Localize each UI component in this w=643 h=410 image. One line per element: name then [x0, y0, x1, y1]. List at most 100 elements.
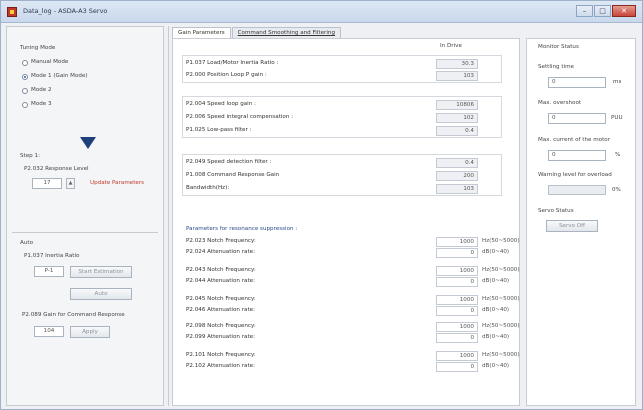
- servo-status-label: Servo Status: [538, 208, 574, 214]
- minimize-button[interactable]: –: [576, 5, 593, 17]
- maximize-button[interactable]: □: [594, 5, 611, 17]
- start-estimation-button[interactable]: Start Estimation: [70, 266, 132, 278]
- overshoot-field: 0: [548, 113, 606, 124]
- notch-frequency-label: P2.098 Notch Frequency:: [186, 323, 256, 329]
- mode-radio[interactable]: [22, 102, 28, 108]
- notch-frequency-input[interactable]: 1000: [436, 266, 478, 276]
- inertia-ratio-label: P1.037 Inertia Ratio: [24, 253, 80, 259]
- notch-frequency-unit: Hz(50~5000): [482, 238, 520, 244]
- attenuation-label: P2.102 Attenuation rate:: [186, 363, 255, 369]
- notch-frequency-input[interactable]: 1000: [436, 295, 478, 305]
- update-parameters-link[interactable]: Update Parameters: [90, 180, 144, 186]
- divider: [12, 232, 158, 233]
- attenuation-input[interactable]: 0: [436, 362, 478, 372]
- notch-frequency-input[interactable]: 1000: [436, 351, 478, 361]
- param-value: 10806: [436, 100, 478, 110]
- notch-frequency-unit: Hz(50~5000): [482, 352, 520, 358]
- param-value: 102: [436, 113, 478, 123]
- app-icon: [7, 7, 17, 17]
- mode-label: Mode 3: [31, 101, 52, 107]
- settling-unit: ms: [613, 79, 622, 85]
- response-level-label: P2.032 Response Level: [24, 166, 89, 172]
- param-label: P1.025 Low-pass filter :: [186, 127, 252, 133]
- close-button[interactable]: ✕: [612, 5, 636, 17]
- apply-button[interactable]: Apply: [70, 326, 110, 338]
- attenuation-unit: dB(0~40): [482, 307, 510, 313]
- notch-frequency-unit: Hz(50~5000): [482, 323, 520, 329]
- param-label: P1.037 Load/Motor Inertia Ratio :: [186, 60, 279, 66]
- param-label: P2.000 Position Loop P gain :: [186, 72, 267, 78]
- mode-label: Manual Mode: [31, 59, 69, 65]
- current-label: Max. current of the motor: [538, 137, 610, 143]
- current-unit: %: [615, 152, 621, 158]
- param-value: 0.4: [436, 126, 478, 136]
- attenuation-unit: dB(0~40): [482, 363, 510, 369]
- param-label: P2.006 Speed integral compensation :: [186, 114, 294, 120]
- mode-radio[interactable]: [22, 88, 28, 94]
- auto-button[interactable]: Auto: [70, 288, 132, 300]
- attenuation-input[interactable]: 0: [436, 333, 478, 343]
- attenuation-unit: dB(0~40): [482, 278, 510, 284]
- param-value: 30.3: [436, 59, 478, 69]
- step1-label: Step 1:: [20, 153, 40, 159]
- resonance-title: Parameters for resonance suppression :: [186, 226, 298, 232]
- command-response-field[interactable]: 104: [34, 326, 64, 337]
- attenuation-input[interactable]: 0: [436, 277, 478, 287]
- attenuation-label: P2.046 Attenuation rate:: [186, 307, 255, 313]
- panel-divider: [168, 26, 169, 406]
- attenuation-label: P2.024 Attenuation rate:: [186, 249, 255, 255]
- attenuation-input[interactable]: 0: [436, 306, 478, 316]
- response-level-field[interactable]: 17: [32, 178, 62, 189]
- attenuation-label: P2.099 Attenuation rate:: [186, 334, 255, 340]
- notch-frequency-label: P2.101 Notch Frequency:: [186, 352, 256, 358]
- notch-frequency-label: P2.043 Notch Frequency:: [186, 267, 256, 273]
- param-value: 103: [436, 184, 478, 194]
- param-label: P2.049 Speed detection filter :: [186, 159, 272, 165]
- param-value: 200: [436, 171, 478, 181]
- warning-label: Warning level for overload: [538, 172, 612, 178]
- param-value: 0.4: [436, 158, 478, 168]
- param-label: Bandwidth(Hz):: [186, 185, 230, 191]
- mode-radio[interactable]: [22, 74, 28, 80]
- command-response-label: P2.089 Gain for Command Response: [22, 312, 125, 318]
- current-field: 0: [548, 150, 606, 161]
- notch-frequency-unit: Hz(50~5000): [482, 267, 520, 273]
- in-drive-header: In Drive: [440, 43, 462, 49]
- mode-radio[interactable]: [22, 60, 28, 66]
- window-controls: – □ ✕: [576, 5, 636, 17]
- param-value: 103: [436, 71, 478, 81]
- tab-command-smoothing[interactable]: Command Smoothing and Filtering: [231, 27, 342, 38]
- notch-frequency-unit: Hz(50~5000): [482, 296, 520, 302]
- tab-command-smoothing-label: Command Smoothing and Filtering: [237, 30, 336, 36]
- attenuation-unit: dB(0~40): [482, 249, 510, 255]
- notch-frequency-input[interactable]: 1000: [436, 322, 478, 332]
- param-label: P2.004 Speed loop gain :: [186, 101, 256, 107]
- overshoot-label: Max. overshoot: [538, 100, 582, 106]
- inertia-field[interactable]: P-1: [34, 266, 64, 277]
- tuning-mode-label: Tuning Mode: [20, 45, 56, 51]
- settling-label: Settling time: [538, 64, 574, 70]
- notch-frequency-input[interactable]: 1000: [436, 237, 478, 247]
- overload-progress-bar: [548, 185, 606, 195]
- servo-off-button[interactable]: Servo Off: [546, 220, 598, 232]
- warning-value: 0%: [612, 187, 621, 193]
- arrow-down-icon: [80, 137, 96, 149]
- response-level-stepper[interactable]: ▲: [66, 178, 75, 189]
- auto-label: Auto: [20, 240, 33, 246]
- settling-field: 0: [548, 77, 606, 88]
- title-bar[interactable]: Data_log - ASDA-A3 Servo – □ ✕: [1, 1, 642, 23]
- tab-bar: Gain Parameters Command Smoothing and Fi…: [172, 27, 342, 38]
- mode-label: Mode 2: [31, 87, 52, 93]
- attenuation-label: P2.044 Attenuation rate:: [186, 278, 255, 284]
- monitor-title: Monitor Status: [538, 44, 579, 50]
- mode-label: Mode 1 (Gain Mode): [31, 73, 88, 79]
- notch-frequency-label: P2.023 Notch Frequency:: [186, 238, 256, 244]
- overshoot-unit: PUU: [611, 115, 623, 121]
- attenuation-input[interactable]: 0: [436, 248, 478, 258]
- tab-gain-parameters[interactable]: Gain Parameters: [172, 27, 231, 38]
- param-label: P1.008 Command Response Gain: [186, 172, 280, 178]
- tuning-panel: [6, 26, 164, 406]
- attenuation-unit: dB(0~40): [482, 334, 510, 340]
- window-title: Data_log - ASDA-A3 Servo: [23, 7, 108, 15]
- notch-frequency-label: P2.045 Notch Frequency:: [186, 296, 256, 302]
